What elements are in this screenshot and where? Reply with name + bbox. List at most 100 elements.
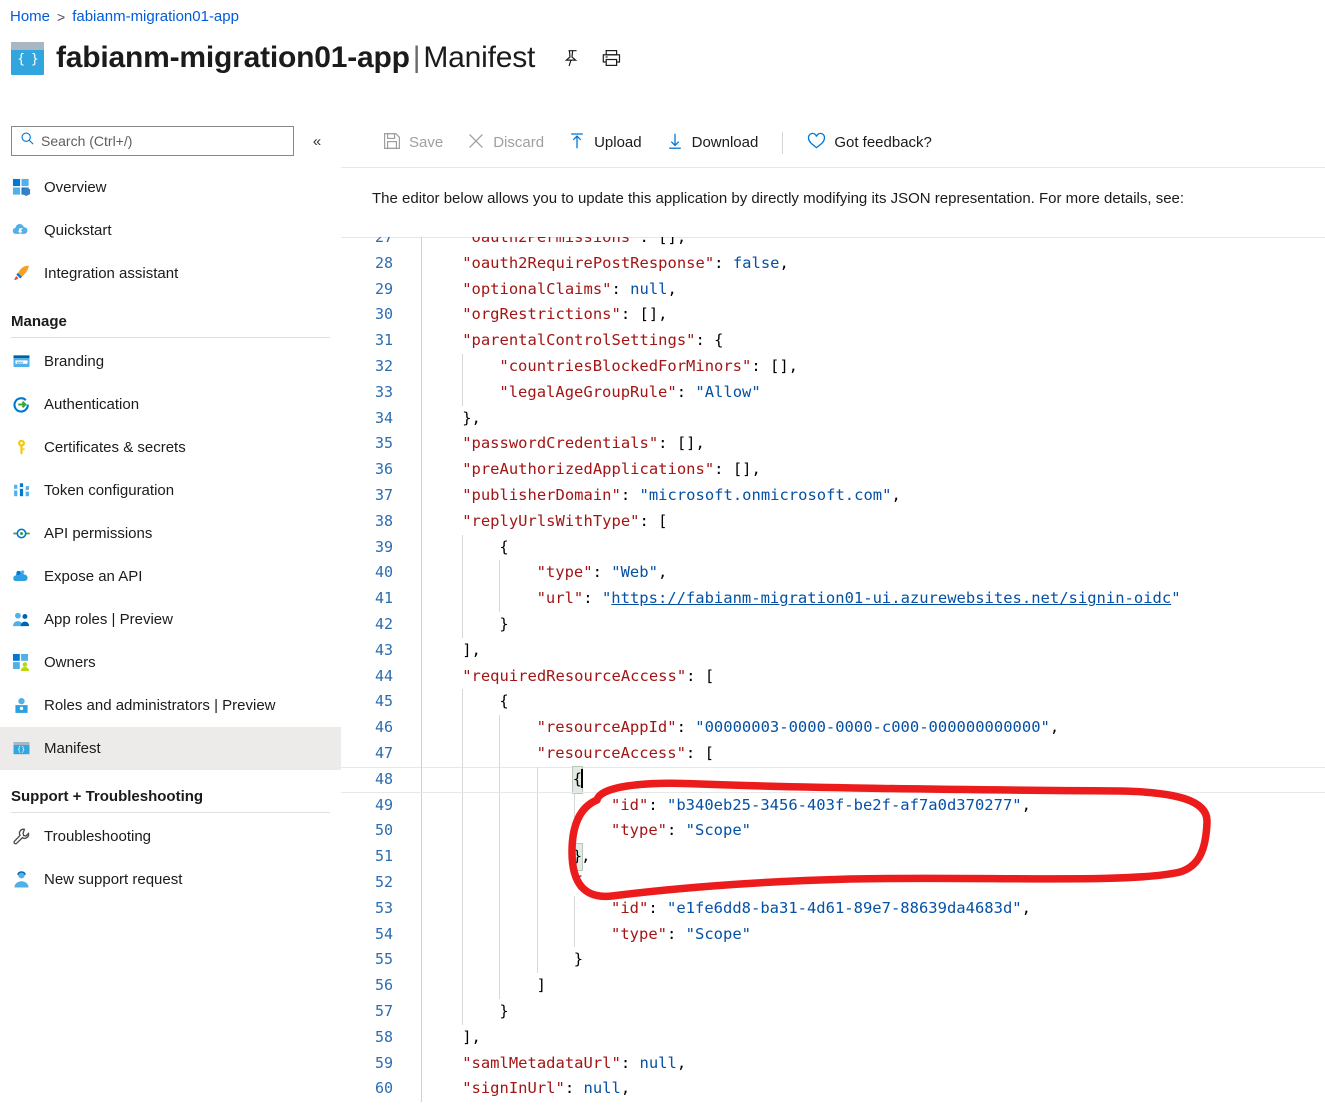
download-button[interactable]: Download <box>654 125 771 161</box>
collapse-sidebar-button[interactable]: « <box>302 126 332 156</box>
upload-button[interactable]: Upload <box>556 125 654 161</box>
code-token: : <box>648 795 667 814</box>
indent-guide <box>499 947 501 974</box>
code-line[interactable]: 58], <box>341 1024 1325 1051</box>
code-line[interactable]: 49 "id": "b340eb25-3456-403f-be2f-af7a0d3… <box>341 792 1325 819</box>
manifest-json-editor[interactable]: 27 "oauth2Permissions": [], 28 "oauth2Requi… <box>341 237 1325 1114</box>
code-line[interactable]: 44 "requiredResourceAccess": [ <box>341 663 1325 690</box>
indent-guide <box>462 844 464 870</box>
save-button[interactable]: Save <box>371 125 455 161</box>
search-input[interactable]: Search (Ctrl+/) <box>11 126 294 156</box>
sidebar-item-app-roles[interactable]: App roles | Preview <box>0 598 341 641</box>
indent-guide <box>536 921 538 948</box>
code-line[interactable]: 38 "replyUrlsWithType": [ <box>341 508 1325 535</box>
sidebar-item-manifest[interactable]: {} Manifest <box>0 727 341 770</box>
code-line[interactable]: 27 "oauth2Permissions": [], <box>341 237 1325 251</box>
sidebar-group-divider <box>11 337 330 338</box>
code-line[interactable]: 46 "resourceAppId": "00000003-0000-0000-c… <box>341 715 1325 741</box>
code-line[interactable]: 29 "optionalClaims": null, <box>341 276 1325 303</box>
code-token: null <box>639 1053 677 1072</box>
code-line-text: "countriesBlockedForMinors": [], <box>499 354 798 380</box>
code-token[interactable]: https://fabianm-migration01-ui.azurewebs… <box>611 589 1171 607</box>
code-line[interactable]: 45 { <box>341 689 1325 716</box>
indent-guide <box>536 947 538 974</box>
feedback-button[interactable]: Got feedback? <box>795 125 944 161</box>
code-line-text: "type": "Scope" <box>611 922 751 948</box>
code-line[interactable]: 54 "type": "Scope" <box>341 921 1325 948</box>
code-token: : <box>583 589 602 608</box>
code-line[interactable]: 57} <box>341 998 1325 1025</box>
code-token: : <box>620 485 640 504</box>
sidebar-group-divider <box>11 812 330 813</box>
sidebar-item-expose-an-api[interactable]: Expose an API <box>0 555 341 598</box>
gutter-divider <box>421 276 422 303</box>
page-title-section: Manifest <box>423 41 536 74</box>
code-line[interactable]: 39 { <box>341 534 1325 561</box>
code-token: ], <box>462 1027 481 1046</box>
sidebar-item-branding[interactable]: www Branding <box>0 340 341 383</box>
sidebar-item-quickstart[interactable]: Quickstart <box>0 209 341 252</box>
line-number: 29 <box>374 279 393 298</box>
code-line-text: } <box>499 999 508 1025</box>
code-line[interactable]: 37 "publisherDomain": "microsoft.onmicros… <box>341 482 1325 509</box>
discard-button[interactable]: Discard <box>455 125 556 161</box>
code-token: ], <box>462 640 481 659</box>
code-line[interactable]: 43], <box>341 637 1325 664</box>
code-line[interactable]: 51}, <box>341 843 1325 871</box>
sidebar: Search (Ctrl+/) « Overview Quickstart In… <box>0 118 341 1114</box>
code-line[interactable]: 41 "url": "https://fabianm-migration01-ui… <box>341 586 1325 612</box>
gutter-divider <box>421 766 422 793</box>
sidebar-item-owners[interactable]: Owners <box>0 641 341 684</box>
code-line[interactable]: 28 "oauth2RequirePostResponse": false, <box>341 250 1325 277</box>
code-line[interactable]: 56] <box>341 973 1325 999</box>
sidebar-item-label: Authentication <box>44 396 140 413</box>
breadcrumb-item-app[interactable]: fabianm-migration01-app <box>72 8 239 25</box>
code-line[interactable]: 33 "legalAgeGroupRule": "Allow" <box>341 379 1325 406</box>
code-line[interactable]: 52 { <box>341 869 1325 896</box>
code-line[interactable]: 59 "samlMetadataUrl": null, <box>341 1050 1325 1077</box>
breadcrumb-separator: > <box>57 8 66 25</box>
line-number: 53 <box>374 898 393 917</box>
code-line[interactable]: 47 "resourceAccess": [ <box>341 740 1325 767</box>
sidebar-item-label: Integration assistant <box>44 265 179 282</box>
code-line[interactable]: 48 { <box>341 765 1325 794</box>
code-line[interactable]: 53 "id": "e1fe6dd8-ba31-4d61-89e7-88639da… <box>341 895 1325 922</box>
code-line[interactable]: 60 "signInUrl": null, <box>341 1076 1325 1103</box>
indent-guide <box>536 766 538 793</box>
sidebar-group-manage-title: Manage <box>11 313 67 330</box>
editor-code-area[interactable]: 27 "oauth2Permissions": [], 28 "oauth2Requi… <box>341 237 1325 1103</box>
page-title-actions <box>561 48 622 68</box>
code-line-text: "passwordCredentials": [], <box>462 431 705 457</box>
breadcrumb-item-home[interactable]: Home <box>10 8 50 25</box>
code-line[interactable]: 50 "type": "Scope" <box>341 818 1325 845</box>
code-token: "Scope" <box>685 924 751 943</box>
pin-icon[interactable] <box>561 48 581 68</box>
code-line[interactable]: 36 "preAuthorizedApplications": [], <box>341 457 1325 483</box>
code-line[interactable]: 35 "passwordCredentials": [], <box>341 431 1325 458</box>
code-line[interactable]: 32 "countriesBlockedForMinors": [], <box>341 353 1325 380</box>
sidebar-item-new-support-request[interactable]: New support request <box>0 858 341 901</box>
code-token: false <box>732 253 780 272</box>
sidebar-item-certificates-secrets[interactable]: Certificates & secrets <box>0 426 341 469</box>
code-token: " <box>601 589 612 608</box>
code-line[interactable]: 30 "orgRestrictions": [], <box>341 302 1325 329</box>
line-number: 41 <box>374 589 393 608</box>
printer-icon[interactable] <box>601 48 622 68</box>
sidebar-item-authentication[interactable]: Authentication <box>0 383 341 426</box>
code-line[interactable]: 55} <box>341 947 1325 974</box>
download-icon <box>666 132 684 154</box>
sidebar-item-integration-assistant[interactable]: Integration assistant <box>0 252 341 295</box>
code-line[interactable]: 34}, <box>341 405 1325 432</box>
sidebar-item-roles-and-administrators[interactable]: Roles and administrators | Preview <box>0 684 341 727</box>
indent-guide <box>462 715 464 741</box>
sidebar-item-token-configuration[interactable]: Token configuration <box>0 469 341 512</box>
sidebar-item-overview[interactable]: Overview <box>0 166 341 209</box>
line-number: 31 <box>374 331 393 350</box>
sidebar-item-troubleshooting[interactable]: Troubleshooting <box>0 815 341 858</box>
code-line[interactable]: 31 "parentalControlSettings": { <box>341 328 1325 354</box>
sidebar-item-api-permissions[interactable]: API permissions <box>0 512 341 555</box>
code-token: , <box>581 847 591 866</box>
code-line[interactable]: 42} <box>341 611 1325 638</box>
code-line[interactable]: 40 "type": "Web", <box>341 560 1325 587</box>
line-number: 48 <box>374 769 393 788</box>
